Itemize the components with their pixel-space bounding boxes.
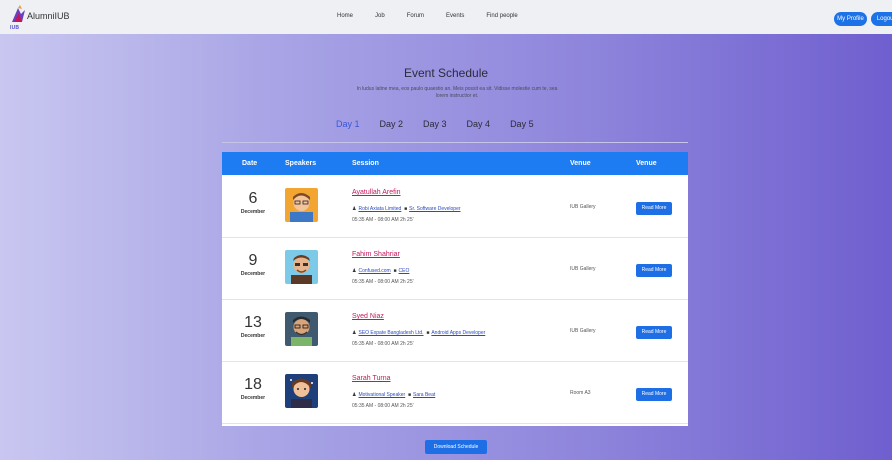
speaker-org-link[interactable]: Robi Axiata Limited: [358, 206, 401, 212]
folder-icon: ■: [407, 392, 411, 398]
session-time: 05:35 AM - 08:00 AM 2h 25': [352, 341, 414, 347]
header-date: Date: [242, 160, 258, 167]
nav-events[interactable]: Events: [446, 13, 464, 19]
speaker-meta: ♟ Robi Axiata Limited ■ Sr. Software Devel…: [352, 206, 461, 212]
tab-day-2[interactable]: Day 2: [380, 119, 404, 129]
read-more-button[interactable]: Read More: [636, 326, 672, 339]
user-icon: ♟: [352, 330, 357, 336]
session-venue: IUB Gallery: [570, 328, 596, 334]
tabs-divider: [222, 142, 688, 143]
schedule-table: Date Speakers Session Venue Venue 6 Dece…: [222, 152, 688, 426]
table-row: 6 December Ayatullah Arefin ♟ Robi Axiata…: [222, 176, 688, 238]
session-time: 05:35 AM - 08:00 AM 2h 25': [352, 403, 414, 409]
speaker-avatar-icon: [285, 250, 318, 284]
session-venue: IUB Gallery: [570, 204, 596, 210]
site-logo[interactable]: AlumniIUB IUB: [10, 4, 70, 32]
session-venue: IUB Gallery: [570, 266, 596, 272]
speaker-avatar-icon: [285, 312, 318, 346]
table-row: 13 December Syed Niaz ♟ SEO Expate Bangla…: [222, 300, 688, 362]
logout-button[interactable]: Logout: [871, 12, 892, 26]
speaker-role-link[interactable]: Sr. Software Developer: [409, 206, 460, 212]
speaker-org-link[interactable]: Confused.com: [358, 268, 390, 274]
read-more-button[interactable]: Read More: [636, 202, 672, 215]
page-title: Event Schedule: [403, 66, 489, 80]
tab-day-4[interactable]: Day 4: [467, 119, 491, 129]
event-day: 9: [248, 252, 258, 269]
speaker-name-link[interactable]: Ayatullah Arefin: [352, 189, 401, 196]
folder-icon: ■: [404, 206, 408, 212]
event-day: 6: [248, 190, 258, 207]
read-more-button[interactable]: Read More: [636, 264, 672, 277]
header-venue-2: Venue: [636, 160, 657, 167]
user-icon: ♟: [352, 268, 357, 274]
table-row: 9 December Fahim Shahriar ♟ Confused.com …: [222, 238, 688, 300]
logo-text: AlumniIUB: [27, 11, 70, 21]
top-navbar: AlumniIUB IUB Home Job Forum Events Find…: [0, 0, 892, 34]
folder-icon: ■: [426, 330, 430, 336]
user-icon: ♟: [352, 206, 357, 212]
user-icon: ♟: [352, 392, 357, 398]
event-day: 18: [244, 376, 262, 393]
my-profile-button[interactable]: My Profile: [834, 12, 867, 26]
tab-day-3[interactable]: Day 3: [423, 119, 447, 129]
table-header: Date Speakers Session Venue Venue: [222, 152, 688, 175]
nav-job[interactable]: Job: [375, 13, 385, 19]
event-month: December: [240, 271, 266, 277]
speaker-name-link[interactable]: Syed Niaz: [352, 313, 384, 320]
nav-home[interactable]: Home: [337, 13, 353, 19]
speaker-avatar-icon: [285, 374, 318, 408]
read-more-button[interactable]: Read More: [636, 388, 672, 401]
speaker-role-link[interactable]: CEO: [399, 268, 410, 274]
speaker-name-link[interactable]: Fahim Shahriar: [352, 251, 400, 258]
speaker-meta: ♟ Motivational Speaker ■ Sara Beat: [352, 392, 435, 398]
header-speakers: Speakers: [285, 160, 317, 167]
event-month: December: [240, 395, 266, 401]
speaker-avatar-icon: [285, 188, 318, 222]
header-session: Session: [352, 160, 379, 167]
tab-day-5[interactable]: Day 5: [510, 119, 534, 129]
session-venue: Room A3: [570, 390, 591, 396]
event-day: 13: [244, 314, 262, 331]
table-row: 18 December Sarah Turna ♟ Motivational Sp…: [222, 362, 688, 424]
speaker-meta: ♟ SEO Expate Bangladesh Ltd. ■ Android App…: [352, 330, 485, 336]
day-tabs: Day 1 Day 2 Day 3 Day 4 Day 5: [336, 119, 554, 129]
header-venue: Venue: [570, 160, 591, 167]
speaker-role-link[interactable]: Sara Beat: [413, 392, 435, 398]
main-nav: Home Job Forum Events Find people: [337, 13, 540, 19]
folder-icon: ■: [393, 268, 397, 274]
session-time: 05:35 AM - 08:00 AM 2h 25': [352, 279, 414, 285]
tab-day-1[interactable]: Day 1: [336, 119, 360, 129]
download-schedule-button[interactable]: Download Schedule: [425, 440, 487, 454]
speaker-org-link[interactable]: SEO Expate Bangladesh Ltd.: [358, 330, 423, 336]
page-subtitle: In ludus latine mea, eos paulo quaestio …: [356, 86, 558, 99]
speaker-name-link[interactable]: Sarah Turna: [352, 375, 391, 382]
event-month: December: [240, 333, 266, 339]
speaker-org-link[interactable]: Motivational Speaker: [358, 392, 405, 398]
logo-mark-icon: [12, 5, 25, 22]
session-time: 05:35 AM - 08:00 AM 2h 25': [352, 217, 414, 223]
speaker-role-link[interactable]: Android Apps Developer: [431, 330, 485, 336]
speaker-meta: ♟ Confused.com ■ CEO: [352, 268, 409, 274]
nav-find-people[interactable]: Find people: [486, 13, 517, 19]
logo-subtext: IUB: [10, 25, 20, 31]
nav-forum[interactable]: Forum: [407, 13, 424, 19]
event-month: December: [240, 209, 266, 215]
